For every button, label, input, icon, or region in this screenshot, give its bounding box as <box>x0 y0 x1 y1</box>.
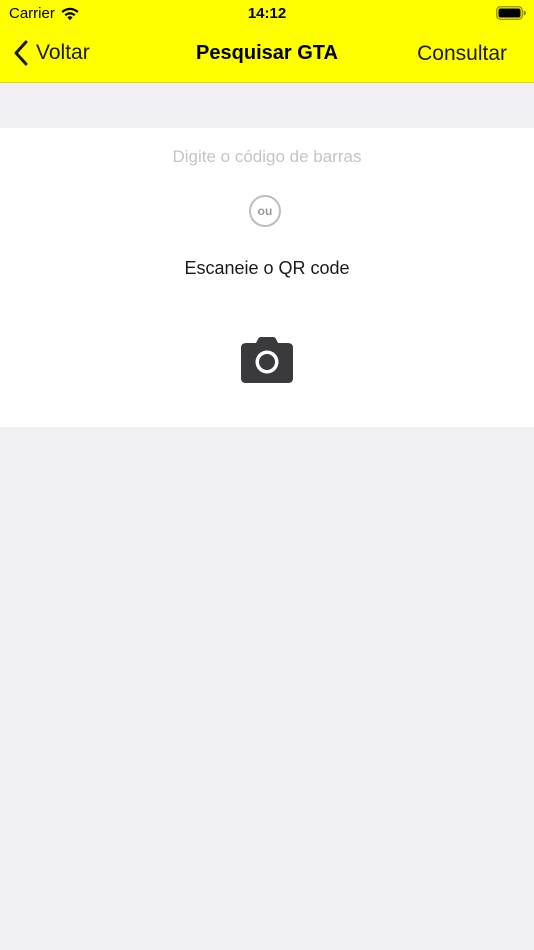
navigation-bar: Voltar Pesquisar GTA Consultar <box>0 28 534 82</box>
battery-icon <box>496 6 526 20</box>
camera-icon[interactable] <box>240 336 294 384</box>
header: Carrier 14:12 Voltar Pesquisar GTA Consu… <box>0 0 534 83</box>
status-time: 14:12 <box>247 5 287 22</box>
barcode-input[interactable] <box>60 142 474 172</box>
search-card: ou Escaneie o QR code <box>0 128 534 427</box>
or-separator-label: ou <box>257 204 273 218</box>
qr-code-label: Escaneie o QR code <box>184 258 350 278</box>
consult-button[interactable]: Consultar <box>417 42 507 66</box>
or-separator: ou <box>249 195 281 227</box>
status-bar: Carrier 14:12 <box>0 0 534 28</box>
